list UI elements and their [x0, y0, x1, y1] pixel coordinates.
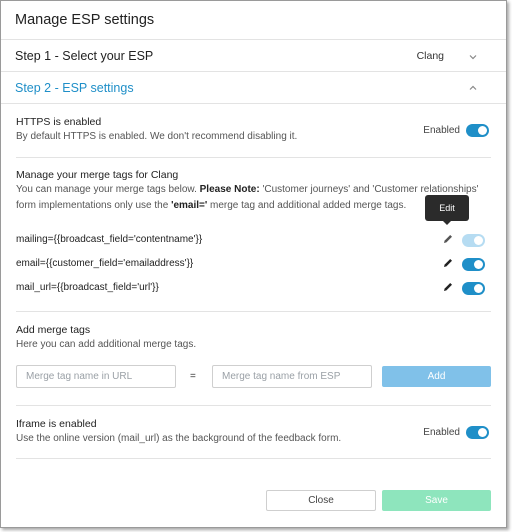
iframe-toggle[interactable] — [466, 426, 489, 439]
merge-tag-row: mailing={{broadcast_field='contentname'}… — [16, 234, 203, 245]
chevron-down-icon[interactable] — [467, 51, 479, 63]
manage-esp-dialog: Manage ESP settings Step 1 - Select your… — [0, 0, 507, 528]
divider — [1, 39, 506, 40]
divider — [1, 103, 506, 104]
https-toggle-label: Enabled — [423, 125, 460, 136]
merge-tag-row: mail_url={{broadcast_field='url'}} — [16, 282, 159, 293]
edit-tooltip: Edit — [425, 195, 469, 225]
merge-tag-row: email={{customer_field='emailaddress'}} — [16, 258, 194, 269]
close-button[interactable]: Close — [266, 490, 376, 511]
add-tags-title: Add merge tags — [16, 324, 91, 336]
step2-header[interactable]: Step 2 - ESP settings — [15, 81, 134, 95]
merge-tag-toggle[interactable] — [462, 234, 485, 247]
merge-tag-toggle[interactable] — [462, 282, 485, 295]
https-description: By default HTTPS is enabled. We don't re… — [16, 131, 298, 142]
https-toggle[interactable] — [466, 124, 489, 137]
iframe-title: Iframe is enabled — [16, 418, 97, 430]
divider — [16, 458, 491, 459]
https-title: HTTPS is enabled — [16, 116, 102, 128]
save-button[interactable]: Save — [382, 490, 491, 511]
add-button[interactable]: Add — [382, 366, 491, 387]
pencil-icon[interactable] — [442, 233, 454, 245]
equals-sign: = — [190, 371, 196, 382]
divider — [16, 311, 491, 312]
divider — [16, 157, 491, 158]
divider — [1, 71, 506, 72]
merge-tags-title: Manage your merge tags for Clang — [16, 169, 179, 181]
chevron-up-icon[interactable] — [467, 82, 479, 94]
pencil-icon[interactable] — [442, 281, 454, 293]
iframe-toggle-label: Enabled — [423, 427, 460, 438]
merge-tag-toggle[interactable] — [462, 258, 485, 271]
selected-esp[interactable]: Clang — [417, 50, 444, 62]
iframe-toggle-group: Enabled — [423, 426, 489, 439]
https-toggle-group: Enabled — [423, 124, 489, 137]
merge-tag-url-input[interactable]: Merge tag name in URL — [16, 365, 176, 388]
pencil-icon[interactable] — [442, 257, 454, 269]
dialog-title: Manage ESP settings — [15, 12, 155, 28]
add-tags-description: Here you can add additional merge tags. — [16, 339, 197, 350]
merge-tag-esp-input[interactable]: Merge tag name from ESP — [212, 365, 372, 388]
step1-header[interactable]: Step 1 - Select your ESP — [15, 49, 153, 63]
merge-tags-description: You can manage your merge tags below. Pl… — [16, 184, 479, 211]
iframe-description: Use the online version (mail_url) as the… — [16, 433, 342, 444]
divider — [16, 405, 491, 406]
